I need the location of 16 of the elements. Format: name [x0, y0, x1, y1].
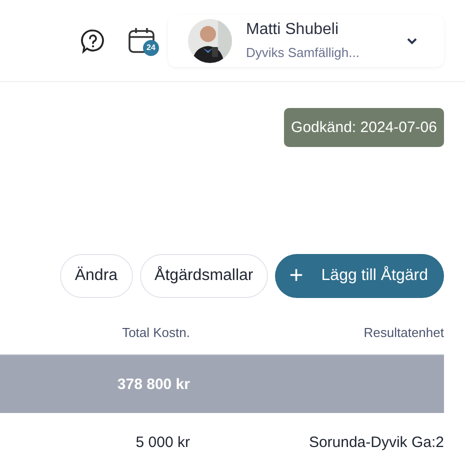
action-button[interactable]: Åtgärdsmallar	[140, 254, 268, 298]
organization-name: Dyviks Samfälligh...	[246, 45, 360, 60]
table-cell-text: 378 800 kr	[116, 376, 190, 392]
table-cell-text: Sorunda-Dyvik Ga:2	[308, 434, 444, 450]
user-menu[interactable]: Matti Shubeli Dyviks Samfälligh...	[168, 14, 444, 66]
user-name: Matti Shubeli	[246, 21, 340, 39]
column-header: Resultatenhet	[362, 324, 444, 340]
action-button[interactable]: Ändra	[60, 254, 133, 298]
notification-badge: 24	[143, 40, 159, 56]
calendar-icon[interactable]	[128, 26, 156, 54]
chevron-down-icon[interactable]	[406, 36, 418, 44]
table-cell-text: 5 000 kr	[134, 434, 190, 450]
help-icon[interactable]	[80, 28, 106, 54]
column-header: Total Kostn.	[121, 324, 190, 340]
add-button[interactable]: + Lägg till Åtgärd	[275, 254, 444, 298]
status-badge: Godkänd: 2024-07-06	[284, 108, 444, 147]
